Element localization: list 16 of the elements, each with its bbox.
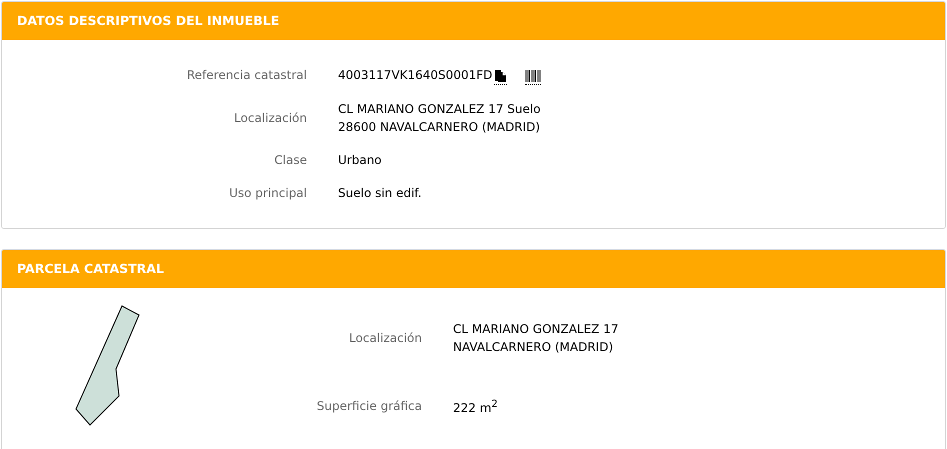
field-label: Localización bbox=[233, 111, 307, 125]
field-value: CL MARIANO GONZALEZ 17 Suelo 28600 NAVALCARNERO (MADRID) bbox=[338, 101, 541, 136]
field-value: 222 m$^{2}$ bbox=[453, 398, 498, 417]
copy-icon[interactable] bbox=[494, 69, 508, 85]
field-value: Suelo sin edif. bbox=[338, 185, 422, 202]
field-value: 4003117VK1640S0001FD bbox=[338, 67, 492, 84]
field-label: Superficie gráfica bbox=[316, 399, 422, 414]
field-value: CL MARIANO GONZALEZ 17 NAVALCARNERO (MADRID) bbox=[453, 321, 618, 356]
field-label: Clase bbox=[273, 153, 307, 167]
section-header: PARCELA CATASTRAL bbox=[2, 250, 945, 288]
barcode-icon[interactable] bbox=[525, 70, 542, 84]
field-label: Uso principal bbox=[228, 186, 307, 200]
field-value: Urbano bbox=[338, 152, 382, 169]
field-label: Localización bbox=[348, 331, 422, 346]
field-label: Referencia catastral bbox=[186, 68, 307, 82]
section-header: DATOS DESCRIPTIVOS DEL INMUEBLE bbox=[2, 2, 945, 40]
